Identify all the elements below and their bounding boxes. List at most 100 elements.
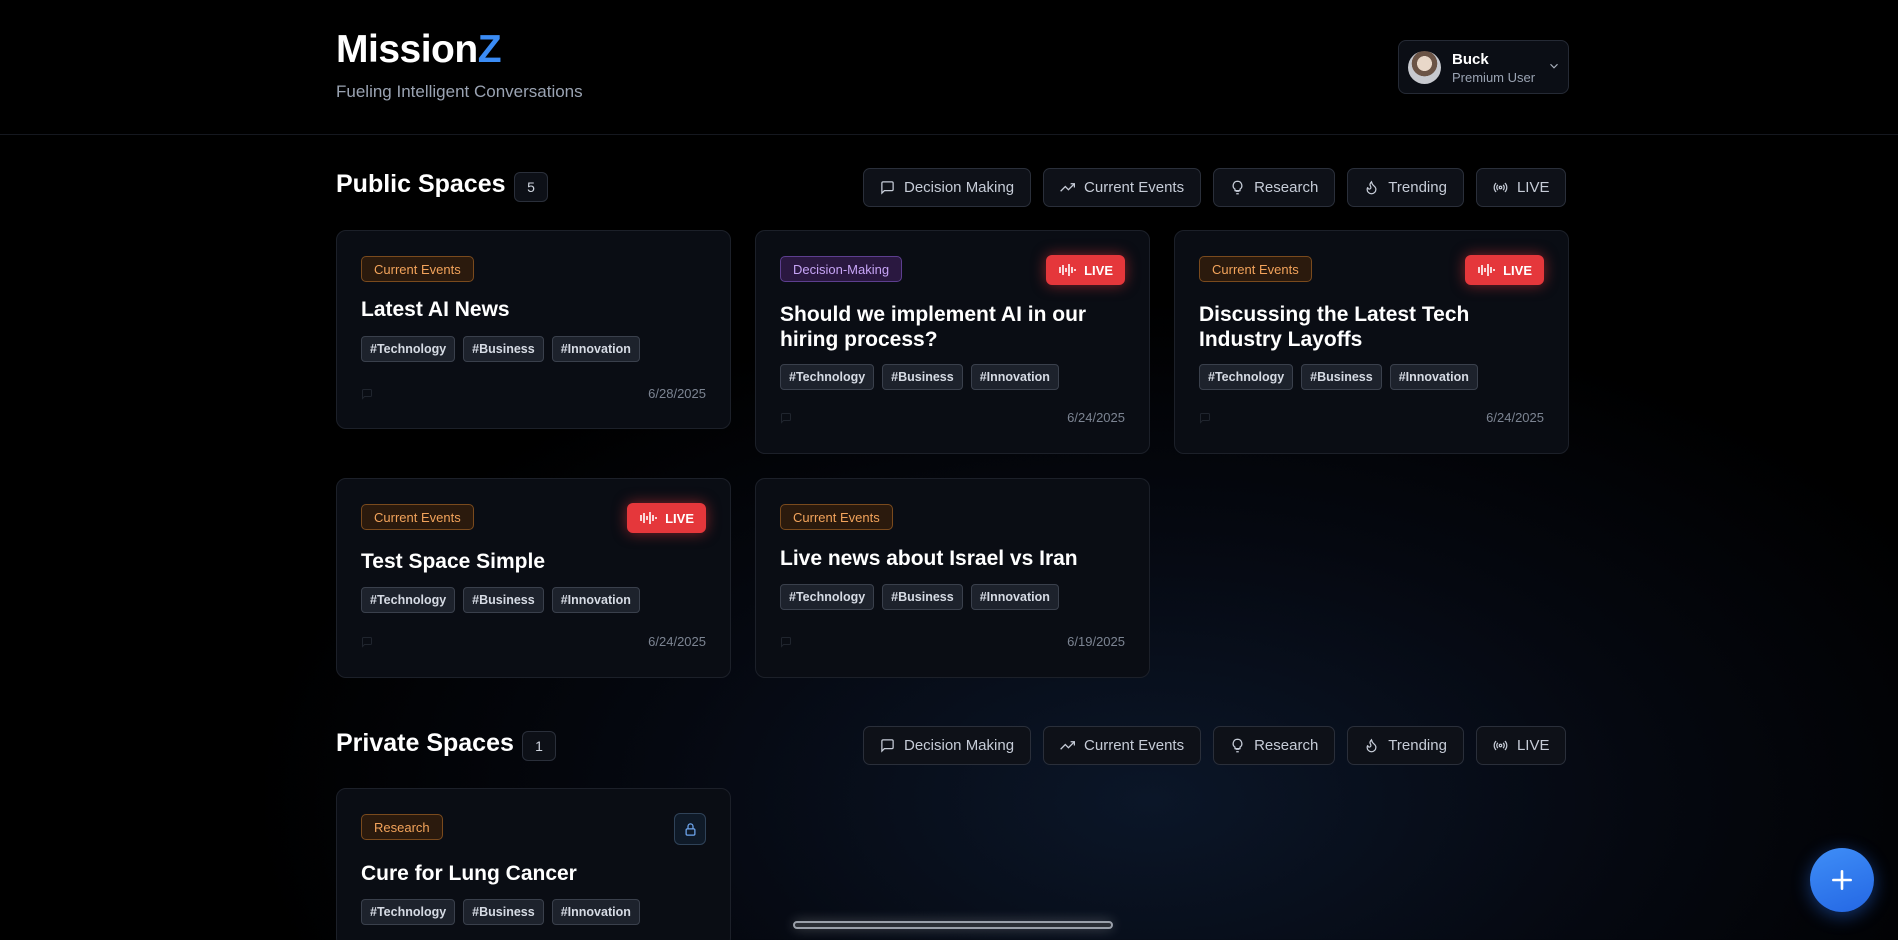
- message-square-icon: [881, 181, 894, 195]
- horizontal-scrollbar[interactable]: [793, 921, 1113, 929]
- public-spaces-title: Public Spaces: [336, 170, 506, 198]
- tag[interactable]: #Technology: [361, 899, 456, 925]
- filter-label: Current Events: [1084, 737, 1185, 754]
- message-square-icon: [881, 739, 894, 753]
- tag[interactable]: #Technology: [361, 336, 456, 362]
- tag[interactable]: #Business: [463, 336, 544, 362]
- tag[interactable]: #Innovation: [970, 364, 1059, 390]
- live-badge: LIVE: [1465, 255, 1544, 285]
- category-badge: Decision-Making: [780, 256, 903, 282]
- category-badge: Current Events: [361, 256, 474, 282]
- broadcast-icon: [1493, 182, 1508, 193]
- trending-up-icon: [1060, 741, 1076, 750]
- filter-research[interactable]: Research: [1213, 726, 1336, 765]
- space-title: Cure for Lung Cancer: [361, 862, 577, 885]
- user-menu-button[interactable]: Buck Premium User: [1398, 40, 1569, 94]
- private-filter-bar: Decision Making Current Events Research …: [863, 726, 1567, 765]
- audio-waveform-icon: [1478, 264, 1495, 276]
- broadcast-icon: [1493, 740, 1508, 751]
- space-date: 6/19/2025: [1067, 634, 1125, 649]
- filter-trending[interactable]: Trending: [1347, 726, 1464, 765]
- filter-label: LIVE: [1516, 737, 1550, 754]
- logo-accent: Z: [477, 28, 502, 71]
- tag[interactable]: #Technology: [780, 364, 875, 390]
- space-card[interactable]: Current Events LIVE Test Space Simple #T…: [336, 478, 731, 678]
- logo-main: Mission: [336, 28, 478, 71]
- space-card[interactable]: Current Events LIVE Discussing the Lates…: [1174, 230, 1569, 454]
- space-card[interactable]: Current Events Latest AI News #Technolog…: [336, 230, 731, 429]
- filter-label: Trending: [1388, 737, 1447, 754]
- space-date: 6/28/2025: [648, 386, 706, 401]
- avatar: [1408, 51, 1441, 84]
- space-title: Latest AI News: [361, 298, 510, 321]
- tag[interactable]: #Innovation: [1389, 364, 1478, 390]
- filter-label: Trending: [1388, 179, 1447, 196]
- space-card[interactable]: Current Events Live news about Israel vs…: [755, 478, 1150, 678]
- filter-live[interactable]: LIVE: [1475, 168, 1567, 207]
- public-filter-bar: Decision Making Current Events Research …: [863, 168, 1567, 207]
- tag[interactable]: #Business: [463, 587, 544, 613]
- private-spaces-title: Private Spaces: [336, 729, 514, 757]
- filter-label: LIVE: [1516, 179, 1550, 196]
- space-card[interactable]: Decision-Making LIVE Should we implement…: [755, 230, 1150, 454]
- flame-icon: [1366, 738, 1377, 753]
- app-tagline: Fueling Intelligent Conversations: [336, 82, 583, 101]
- tag[interactable]: #Innovation: [551, 899, 640, 925]
- filter-current-events[interactable]: Current Events: [1043, 168, 1202, 207]
- live-label: LIVE: [665, 510, 694, 526]
- category-badge: Research: [361, 814, 443, 840]
- tag[interactable]: #Business: [882, 364, 963, 390]
- private-spaces-count: 1: [522, 731, 556, 761]
- app-header: MissionZ Fueling Intelligent Conversatio…: [0, 0, 1898, 135]
- create-space-button[interactable]: [1810, 848, 1874, 912]
- tag[interactable]: #Innovation: [551, 336, 640, 362]
- lightbulb-icon: [1232, 738, 1243, 753]
- private-lock: [674, 813, 706, 845]
- public-spaces-count: 5: [514, 172, 548, 202]
- trending-up-icon: [1060, 183, 1076, 192]
- space-date: 6/24/2025: [648, 634, 706, 649]
- tag[interactable]: #Innovation: [970, 584, 1059, 610]
- audio-waveform-icon: [1059, 264, 1076, 276]
- tag[interactable]: #Technology: [361, 587, 456, 613]
- filter-label: Research: [1254, 737, 1319, 754]
- space-title: Discussing the Latest Tech Industry Layo…: [1199, 303, 1470, 351]
- tag[interactable]: #Business: [463, 899, 544, 925]
- tag-list: #Technology #Business #Innovation: [780, 364, 1059, 390]
- filter-decision-making[interactable]: Decision Making: [863, 168, 1032, 207]
- space-title: Should we implement AI in our hiring pro…: [780, 303, 1087, 351]
- tag[interactable]: #Innovation: [551, 587, 640, 613]
- filter-live[interactable]: LIVE: [1475, 726, 1567, 765]
- message-count-icon: [1200, 413, 1210, 424]
- message-count-icon: [781, 413, 791, 424]
- filter-current-events[interactable]: Current Events: [1043, 726, 1202, 765]
- flame-icon: [1366, 180, 1377, 195]
- tag-list: #Technology #Business #Innovation: [780, 584, 1059, 610]
- tag[interactable]: #Business: [1301, 364, 1382, 390]
- message-count-icon: [781, 637, 791, 648]
- filter-label: Decision Making: [904, 179, 1015, 196]
- user-role: Premium User: [1452, 70, 1536, 85]
- live-label: LIVE: [1503, 262, 1532, 278]
- filter-research[interactable]: Research: [1213, 168, 1336, 207]
- space-date: 6/24/2025: [1486, 410, 1544, 425]
- tag[interactable]: #Technology: [1199, 364, 1294, 390]
- live-badge: LIVE: [1046, 255, 1125, 285]
- tag[interactable]: #Business: [882, 584, 963, 610]
- app-logo[interactable]: MissionZ: [336, 28, 502, 72]
- tag[interactable]: #Technology: [780, 584, 875, 610]
- tag-list: #Technology #Business #Innovation: [361, 899, 640, 925]
- lightbulb-icon: [1232, 180, 1243, 195]
- tag-list: #Technology #Business #Innovation: [1199, 364, 1478, 390]
- filter-trending[interactable]: Trending: [1347, 168, 1464, 207]
- filter-label: Decision Making: [904, 737, 1015, 754]
- category-badge: Current Events: [1199, 256, 1312, 282]
- user-name: Buck: [1452, 51, 1489, 68]
- chevron-down-icon: [1550, 63, 1558, 69]
- tag-list: #Technology #Business #Innovation: [361, 587, 640, 613]
- space-title: Test Space Simple: [361, 550, 546, 573]
- filter-decision-making[interactable]: Decision Making: [863, 726, 1032, 765]
- lock-icon: [685, 822, 695, 836]
- live-badge: LIVE: [627, 503, 706, 533]
- space-card[interactable]: Research Cure for Lung Cancer #Technolog…: [336, 788, 731, 940]
